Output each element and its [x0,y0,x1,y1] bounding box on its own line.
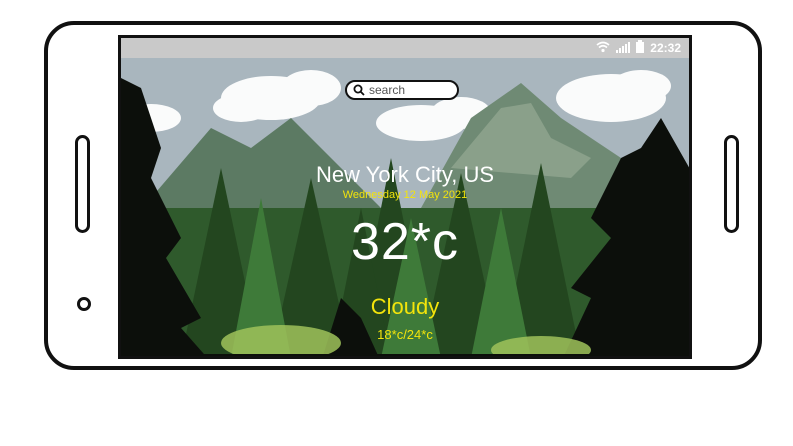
search-bar[interactable] [345,80,459,100]
status-bar: 22:32 [121,38,689,58]
status-time: 22:32 [650,41,681,55]
phone-screen: 22:32 search New York City, US Wednesday… [118,35,692,359]
wifi-icon [596,41,610,56]
home-button[interactable] [77,297,91,311]
left-speaker [75,135,90,233]
status-icons: 22:32 [596,40,681,56]
search-input[interactable] [367,83,457,97]
temperature-range: 18*c/24*c [377,327,433,342]
current-date: Wednesday 12 May 2021 [342,189,468,201]
city-name: New York City, US [315,162,495,187]
current-temperature: 32*c [350,213,460,271]
battery-icon [636,40,645,56]
weather-condition: Cloudy [370,294,440,319]
signal-icon [616,41,631,56]
right-speaker [724,135,739,233]
search-icon [351,82,367,98]
